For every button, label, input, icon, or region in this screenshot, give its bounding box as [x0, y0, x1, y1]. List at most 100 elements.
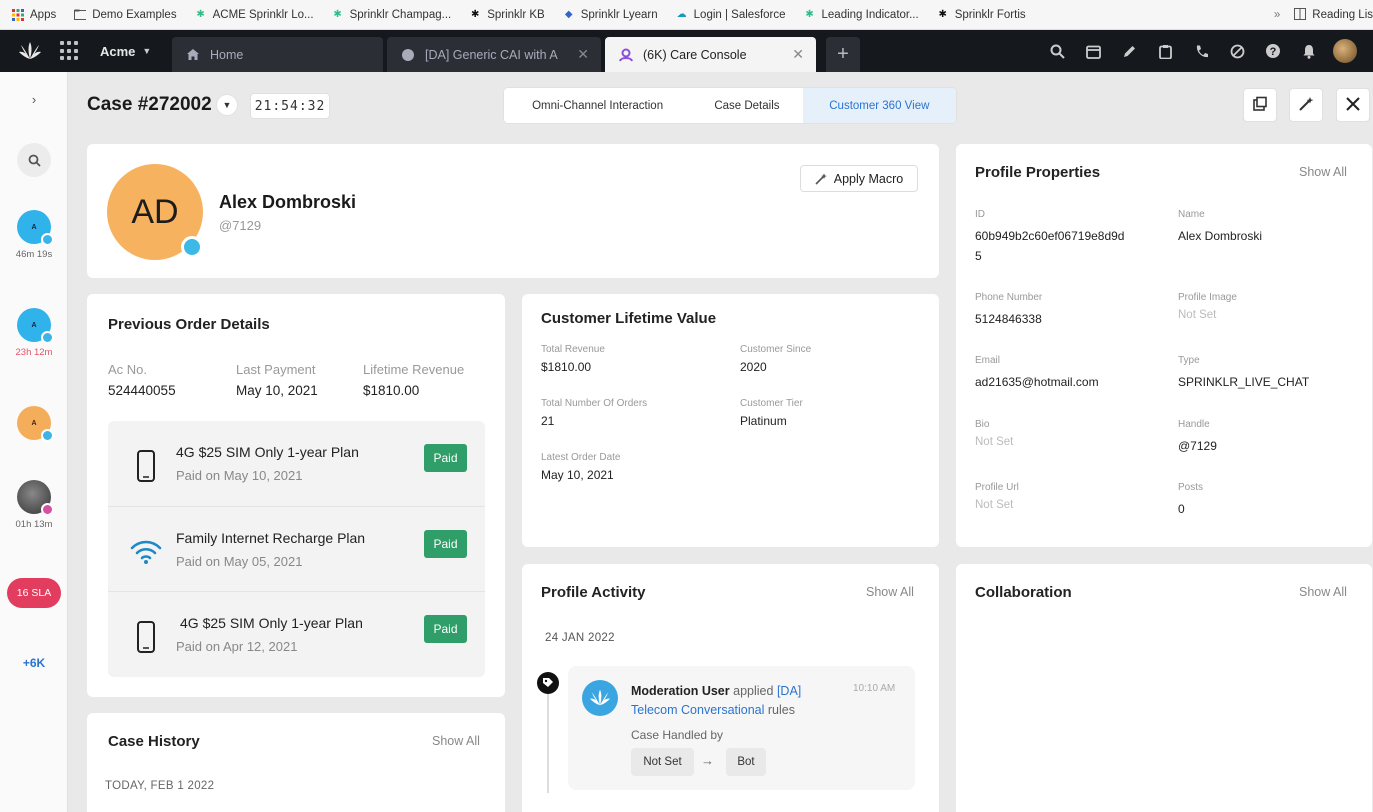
last-payment-value: May 10, 2021	[236, 383, 318, 398]
apply-macro-button[interactable]: Apply Macro	[800, 165, 918, 192]
phone-icon[interactable]	[1183, 30, 1219, 72]
customer-since-value: 2020	[740, 360, 767, 374]
sprinklr-icon: ✱	[805, 9, 814, 20]
user-avatar[interactable]	[1327, 30, 1363, 72]
close-icon[interactable]: ✕	[792, 46, 804, 63]
total-revenue-value: $1810.00	[541, 360, 592, 374]
search-icon[interactable]	[1039, 30, 1075, 72]
add-tab-button[interactable]: +	[826, 37, 860, 72]
reading-list-link[interactable]: Reading Lis	[1312, 9, 1373, 21]
bio-label: Bio	[975, 419, 990, 430]
bookmark-demo-examples[interactable]: Demo Examples	[74, 9, 177, 21]
bookmark-label: Sprinklr Champag...	[349, 8, 452, 21]
sla-badge[interactable]: 16 SLA	[0, 578, 68, 608]
case-menu-button[interactable]: ▼	[216, 94, 238, 116]
list-item[interactable]: Family Internet Recharge Plan Paid on Ma…	[108, 506, 485, 591]
tab-care-console[interactable]: (6K) Care Console ✕	[605, 37, 816, 72]
case-timer: 21:54:32	[250, 93, 330, 119]
phone-icon	[126, 446, 166, 486]
help-icon[interactable]: ?	[1255, 30, 1291, 72]
profile-activity-title: Profile Activity	[541, 584, 646, 601]
tag-icon	[537, 672, 559, 694]
tab-home[interactable]: Home	[172, 37, 383, 72]
bookmark-lyearn[interactable]: ◆ Sprinklr Lyearn	[563, 9, 658, 21]
bookmark-leading-indicator[interactable]: ✱ Leading Indicator...	[804, 9, 918, 21]
tab-customer-360[interactable]: Customer 360 View	[802, 88, 956, 123]
rail-conversation-1[interactable]: A 46m 19s	[0, 210, 68, 260]
bookmarks-bar: Apps Demo Examples ✱ ACME Sprinklr Lo... …	[0, 0, 1373, 30]
bookmark-salesforce[interactable]: ☁ Login | Salesforce	[676, 9, 786, 21]
type-label: Type	[1178, 355, 1200, 366]
bookmark-apps[interactable]: Apps	[12, 8, 56, 21]
tab-omni-channel[interactable]: Omni-Channel Interaction	[504, 88, 691, 123]
bookmark-kb[interactable]: ✱ Sprinklr KB	[469, 9, 545, 21]
care-console-icon	[619, 48, 633, 62]
status-badge: Paid	[424, 530, 467, 558]
more-count: +6K	[22, 656, 46, 670]
profile-activity-show-all[interactable]: Show All	[866, 585, 914, 599]
wand-icon	[815, 173, 827, 185]
clipboard-icon[interactable]	[1147, 30, 1183, 72]
profile-properties-show-all[interactable]: Show All	[1299, 165, 1347, 179]
handle-label: Handle	[1178, 419, 1210, 430]
chat-channel-icon	[41, 233, 54, 246]
bell-icon[interactable]	[1291, 30, 1327, 72]
collaboration-card	[956, 564, 1372, 812]
magic-wand-button[interactable]	[1289, 88, 1323, 122]
workspace-label: Acme	[100, 43, 136, 59]
rail-search-button[interactable]	[0, 143, 68, 177]
more-conversations-button[interactable]: +6K	[0, 656, 68, 670]
tab-case-details[interactable]: Case Details	[691, 88, 803, 123]
activity-suffix: rules	[767, 703, 795, 717]
status-icon[interactable]	[1219, 30, 1255, 72]
bookmark-acme[interactable]: ✱ ACME Sprinklr Lo...	[195, 9, 313, 21]
ac-no-value: 524440055	[108, 383, 176, 398]
collaboration-show-all[interactable]: Show All	[1299, 585, 1347, 599]
bookmarks-overflow-button[interactable]: »	[1274, 9, 1280, 21]
bookmark-fortis[interactable]: ✱ Sprinklr Fortis	[937, 9, 1026, 21]
close-icon[interactable]: ✕	[577, 46, 589, 63]
close-case-button[interactable]	[1336, 88, 1370, 122]
total-orders-label: Total Number Of Orders	[541, 398, 648, 409]
chat-channel-icon	[181, 236, 203, 258]
workspace-switcher[interactable]: Acme ▼	[100, 44, 151, 59]
rail-conversation-2[interactable]: A 23h 12m	[0, 308, 68, 358]
id-value-line1: 60b949b2c60ef06719e8d9d	[975, 229, 1125, 243]
rail-conversation-4[interactable]: 01h 13m	[0, 480, 68, 530]
status-badge: Paid	[424, 444, 467, 472]
case-history-show-all[interactable]: Show All	[432, 734, 480, 748]
conversation-avatar: A	[17, 406, 54, 442]
rail-conversation-3[interactable]: A	[0, 406, 68, 442]
chevron-down-icon: ▼	[222, 100, 232, 110]
activity-link[interactable]: Telecom Conversational	[631, 703, 764, 717]
list-item[interactable]: 4G $25 SIM Only 1-year Plan Paid on Apr …	[108, 591, 485, 676]
customer-tier-value: Platinum	[740, 414, 787, 428]
tab-generic-cai[interactable]: [DA] Generic CAI with A ✕	[387, 37, 601, 72]
list-item[interactable]: 4G $25 SIM Only 1-year Plan Paid on May …	[108, 421, 485, 506]
bookmark-champagne[interactable]: ✱ Sprinklr Champag...	[332, 8, 452, 21]
profile-url-label: Profile Url	[975, 482, 1019, 493]
activity-text: Moderation User applied [DA] Telecom Con…	[631, 682, 846, 720]
email-label: Email	[975, 355, 1001, 366]
open-external-button[interactable]	[1243, 88, 1277, 122]
calendar-icon[interactable]	[1075, 30, 1111, 72]
lifetime-revenue-value: $1810.00	[363, 383, 420, 398]
profile-image-value: Not Set	[1178, 309, 1217, 321]
collaboration-title: Collaboration	[975, 584, 1072, 601]
sprinklr-logo-icon[interactable]	[14, 30, 46, 72]
chat-channel-icon	[41, 429, 54, 442]
activity-actor: Moderation User	[631, 684, 730, 698]
order-list: 4G $25 SIM Only 1-year Plan Paid on May …	[108, 421, 485, 677]
latest-order-value: May 10, 2021	[541, 468, 614, 482]
conversation-timer: 46m 19s	[15, 249, 53, 260]
activity-link-prefix[interactable]: [DA]	[777, 684, 801, 698]
pencil-icon[interactable]	[1111, 30, 1147, 72]
handle-value: @7129	[1178, 439, 1217, 453]
type-value: SPRINKLR_LIVE_CHAT	[1178, 375, 1310, 389]
total-revenue-label: Total Revenue	[541, 344, 605, 355]
expand-rail-button[interactable]: ›	[0, 92, 68, 107]
app-launcher-icon[interactable]	[60, 41, 80, 61]
top-nav-actions: ?	[1039, 30, 1363, 72]
id-value-line2: 5	[975, 249, 982, 263]
activity-verb: applied	[733, 684, 774, 698]
